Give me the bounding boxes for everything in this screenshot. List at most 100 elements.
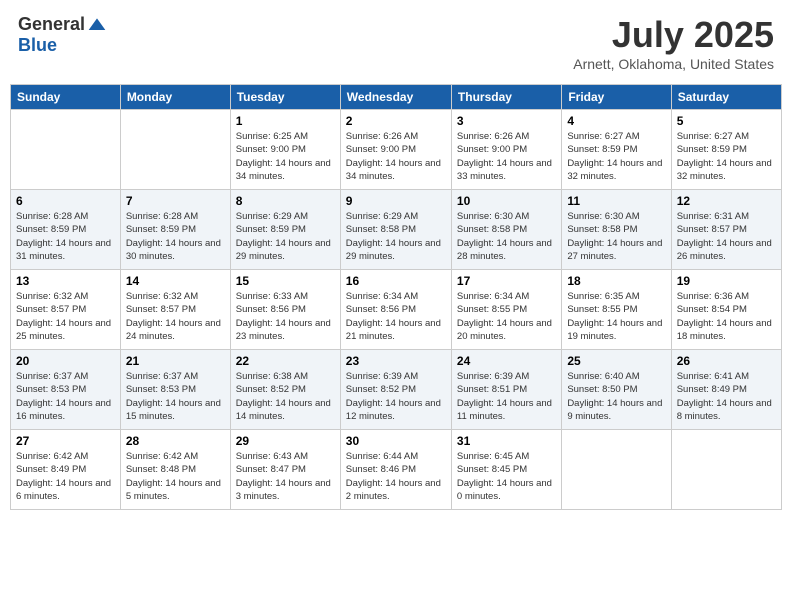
day-info: Sunrise: 6:44 AM Sunset: 8:46 PM Dayligh…: [346, 450, 446, 503]
logo-blue: Blue: [18, 35, 57, 56]
day-number: 15: [236, 274, 335, 288]
day-info: Sunrise: 6:27 AM Sunset: 8:59 PM Dayligh…: [567, 130, 665, 183]
day-info: Sunrise: 6:27 AM Sunset: 8:59 PM Dayligh…: [677, 130, 776, 183]
logo-icon: [87, 15, 107, 35]
calendar-cell: [671, 430, 781, 510]
day-number: 24: [457, 354, 556, 368]
calendar-cell: 16 Sunrise: 6:34 AM Sunset: 8:56 PM Dayli…: [340, 270, 451, 350]
day-number: 4: [567, 114, 665, 128]
day-number: 25: [567, 354, 665, 368]
calendar-cell: 18 Sunrise: 6:35 AM Sunset: 8:55 PM Dayli…: [562, 270, 671, 350]
calendar-cell: 13 Sunrise: 6:32 AM Sunset: 8:57 PM Dayli…: [11, 270, 121, 350]
calendar-cell: 1 Sunrise: 6:25 AM Sunset: 9:00 PM Daylig…: [230, 110, 340, 190]
day-number: 31: [457, 434, 556, 448]
day-number: 27: [16, 434, 115, 448]
calendar-cell: 25 Sunrise: 6:40 AM Sunset: 8:50 PM Dayli…: [562, 350, 671, 430]
day-info: Sunrise: 6:33 AM Sunset: 8:56 PM Dayligh…: [236, 290, 335, 343]
logo-general: General: [18, 14, 85, 35]
day-info: Sunrise: 6:34 AM Sunset: 8:56 PM Dayligh…: [346, 290, 446, 343]
calendar-cell: 31 Sunrise: 6:45 AM Sunset: 8:45 PM Dayli…: [451, 430, 561, 510]
day-number: 11: [567, 194, 665, 208]
day-info: Sunrise: 6:29 AM Sunset: 8:59 PM Dayligh…: [236, 210, 335, 263]
calendar-cell: 19Sunrise: 6:36 AM Sunset: 8:54 PM Dayli…: [671, 270, 781, 350]
day-info: Sunrise: 6:42 AM Sunset: 8:49 PM Dayligh…: [16, 450, 115, 503]
weekday-header: Thursday: [451, 85, 561, 110]
calendar-cell: 26 Sunrise: 6:41 AM Sunset: 8:49 PM Dayli…: [671, 350, 781, 430]
calendar-cell: 4 Sunrise: 6:27 AM Sunset: 8:59 PM Daylig…: [562, 110, 671, 190]
calendar-cell: 12 Sunrise: 6:31 AM Sunset: 8:57 PM Dayli…: [671, 190, 781, 270]
weekday-header: Sunday: [11, 85, 121, 110]
day-number: 7: [126, 194, 225, 208]
day-info: Sunrise: 6:41 AM Sunset: 8:49 PM Dayligh…: [677, 370, 776, 423]
day-info: Sunrise: 6:35 AM Sunset: 8:55 PM Dayligh…: [567, 290, 665, 343]
logo: General Blue: [18, 14, 107, 56]
day-number: 1: [236, 114, 335, 128]
day-info: Sunrise: 6:32 AM Sunset: 8:57 PM Dayligh…: [16, 290, 115, 343]
day-number: 23: [346, 354, 446, 368]
day-number: 22: [236, 354, 335, 368]
day-info: Sunrise: 6:38 AM Sunset: 8:52 PM Dayligh…: [236, 370, 335, 423]
day-number: 30: [346, 434, 446, 448]
calendar-cell: 15 Sunrise: 6:33 AM Sunset: 8:56 PM Dayli…: [230, 270, 340, 350]
day-info: Sunrise: 6:40 AM Sunset: 8:50 PM Dayligh…: [567, 370, 665, 423]
calendar-cell: 3Sunrise: 6:26 AM Sunset: 9:00 PM Daylig…: [451, 110, 561, 190]
day-info: Sunrise: 6:30 AM Sunset: 8:58 PM Dayligh…: [457, 210, 556, 263]
header-row: SundayMondayTuesdayWednesdayThursdayFrid…: [11, 85, 782, 110]
calendar-cell: 24 Sunrise: 6:39 AM Sunset: 8:51 PM Dayli…: [451, 350, 561, 430]
calendar-title: July 2025: [573, 14, 774, 56]
calendar-subtitle: Arnett, Oklahoma, United States: [573, 56, 774, 72]
day-info: Sunrise: 6:28 AM Sunset: 8:59 PM Dayligh…: [126, 210, 225, 263]
day-number: 10: [457, 194, 556, 208]
calendar-week-row: 20Sunrise: 6:37 AM Sunset: 8:53 PM Dayli…: [11, 350, 782, 430]
day-number: 3: [457, 114, 556, 128]
day-info: Sunrise: 6:28 AM Sunset: 8:59 PM Dayligh…: [16, 210, 115, 263]
calendar-cell: 17 Sunrise: 6:34 AM Sunset: 8:55 PM Dayli…: [451, 270, 561, 350]
weekday-header: Wednesday: [340, 85, 451, 110]
day-info: Sunrise: 6:25 AM Sunset: 9:00 PM Dayligh…: [236, 130, 335, 183]
calendar-cell: 9 Sunrise: 6:29 AM Sunset: 8:58 PM Daylig…: [340, 190, 451, 270]
day-number: 26: [677, 354, 776, 368]
day-number: 9: [346, 194, 446, 208]
calendar-cell: 2Sunrise: 6:26 AM Sunset: 9:00 PM Daylig…: [340, 110, 451, 190]
day-number: 13: [16, 274, 115, 288]
day-info: Sunrise: 6:34 AM Sunset: 8:55 PM Dayligh…: [457, 290, 556, 343]
day-number: 2: [346, 114, 446, 128]
calendar-cell: 14Sunrise: 6:32 AM Sunset: 8:57 PM Dayli…: [120, 270, 230, 350]
day-info: Sunrise: 6:30 AM Sunset: 8:58 PM Dayligh…: [567, 210, 665, 263]
day-info: Sunrise: 6:31 AM Sunset: 8:57 PM Dayligh…: [677, 210, 776, 263]
day-info: Sunrise: 6:37 AM Sunset: 8:53 PM Dayligh…: [126, 370, 225, 423]
weekday-header: Saturday: [671, 85, 781, 110]
day-number: 12: [677, 194, 776, 208]
calendar-week-row: 1 Sunrise: 6:25 AM Sunset: 9:00 PM Daylig…: [11, 110, 782, 190]
weekday-header: Monday: [120, 85, 230, 110]
calendar-cell: 6Sunrise: 6:28 AM Sunset: 8:59 PM Daylig…: [11, 190, 121, 270]
calendar-cell: 28Sunrise: 6:42 AM Sunset: 8:48 PM Dayli…: [120, 430, 230, 510]
day-number: 18: [567, 274, 665, 288]
day-number: 17: [457, 274, 556, 288]
day-number: 28: [126, 434, 225, 448]
day-info: Sunrise: 6:43 AM Sunset: 8:47 PM Dayligh…: [236, 450, 335, 503]
day-info: Sunrise: 6:29 AM Sunset: 8:58 PM Dayligh…: [346, 210, 446, 263]
day-number: 19: [677, 274, 776, 288]
day-number: 16: [346, 274, 446, 288]
weekday-header: Tuesday: [230, 85, 340, 110]
calendar-cell: [562, 430, 671, 510]
day-info: Sunrise: 6:39 AM Sunset: 8:51 PM Dayligh…: [457, 370, 556, 423]
day-info: Sunrise: 6:45 AM Sunset: 8:45 PM Dayligh…: [457, 450, 556, 503]
calendar-cell: 5Sunrise: 6:27 AM Sunset: 8:59 PM Daylig…: [671, 110, 781, 190]
weekday-header: Friday: [562, 85, 671, 110]
calendar-cell: [11, 110, 121, 190]
calendar-cell: 20Sunrise: 6:37 AM Sunset: 8:53 PM Dayli…: [11, 350, 121, 430]
calendar-cell: 21Sunrise: 6:37 AM Sunset: 8:53 PM Dayli…: [120, 350, 230, 430]
calendar-cell: 10 Sunrise: 6:30 AM Sunset: 8:58 PM Dayli…: [451, 190, 561, 270]
day-info: Sunrise: 6:39 AM Sunset: 8:52 PM Dayligh…: [346, 370, 446, 423]
day-info: Sunrise: 6:32 AM Sunset: 8:57 PM Dayligh…: [126, 290, 225, 343]
calendar-cell: 22 Sunrise: 6:38 AM Sunset: 8:52 PM Dayli…: [230, 350, 340, 430]
calendar-table: SundayMondayTuesdayWednesdayThursdayFrid…: [10, 84, 782, 510]
calendar-cell: 8Sunrise: 6:29 AM Sunset: 8:59 PM Daylig…: [230, 190, 340, 270]
calendar-cell: [120, 110, 230, 190]
calendar-cell: 29Sunrise: 6:43 AM Sunset: 8:47 PM Dayli…: [230, 430, 340, 510]
calendar-cell: 27 Sunrise: 6:42 AM Sunset: 8:49 PM Dayli…: [11, 430, 121, 510]
day-info: Sunrise: 6:37 AM Sunset: 8:53 PM Dayligh…: [16, 370, 115, 423]
calendar-week-row: 13 Sunrise: 6:32 AM Sunset: 8:57 PM Dayli…: [11, 270, 782, 350]
